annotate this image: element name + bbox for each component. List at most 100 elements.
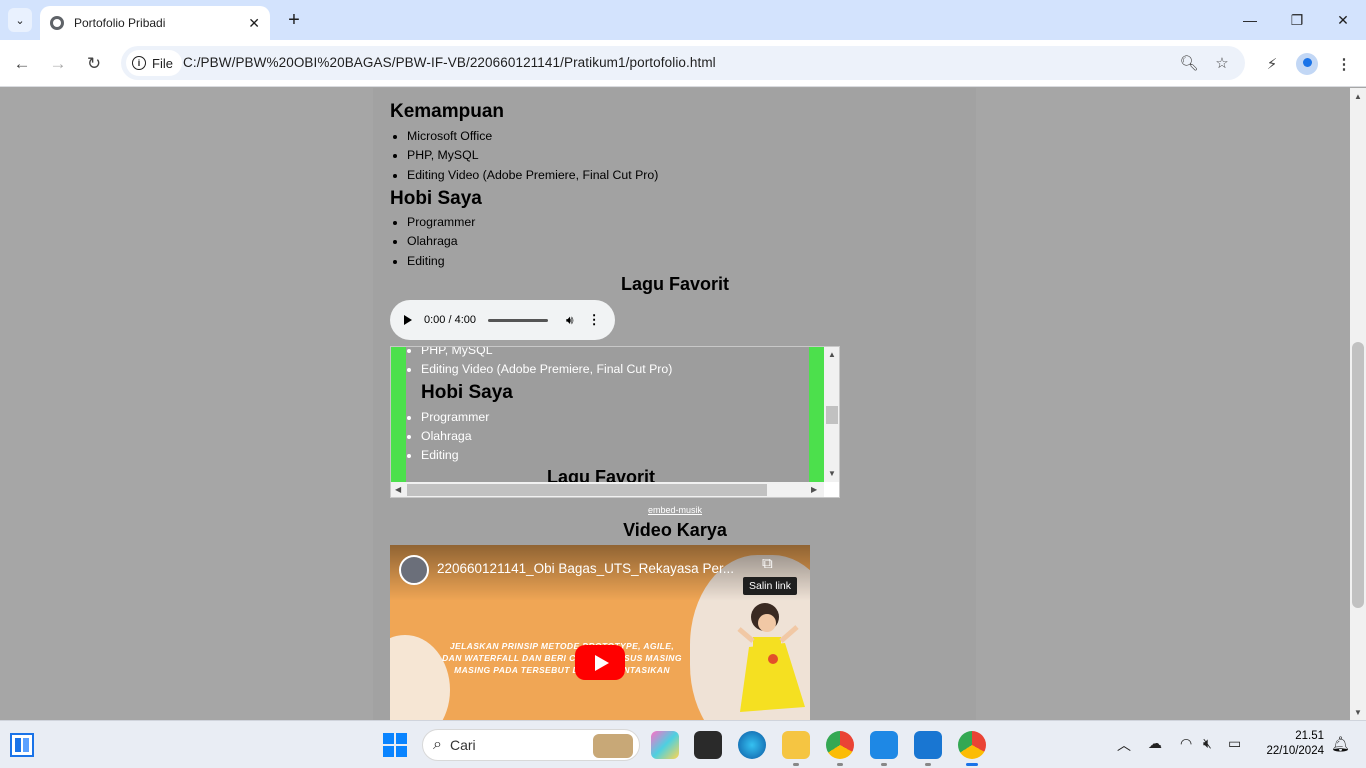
kemampuan-list: Microsoft Office PHP, MySQL Editing Vide…	[390, 127, 658, 185]
video-title[interactable]: 220660121141_Obi Bagas_UTS_Rekayasa Per.…	[437, 561, 734, 576]
close-window-icon[interactable]: ✕	[1320, 0, 1366, 40]
scroll-up-icon[interactable]: ▲	[1350, 88, 1366, 104]
copy-link-tooltip: Salin link	[743, 577, 798, 595]
windows-logo-icon	[396, 733, 407, 744]
iframe-side-left	[391, 347, 406, 482]
list-item: Olahraga	[421, 427, 801, 446]
restore-icon[interactable]: ❐	[1274, 0, 1320, 40]
taskbar-search[interactable]: ⌕ Cari	[422, 729, 640, 761]
menu-dots-icon[interactable]: ⋮	[1332, 52, 1356, 76]
tab-title: Portofolio Pribadi	[74, 16, 166, 30]
globe-icon	[50, 16, 64, 30]
forward-arrow-icon[interactable]: →	[44, 50, 72, 78]
list-item: Microsoft Office	[407, 127, 658, 146]
onedrive-icon[interactable]: ☁︎	[1148, 735, 1162, 752]
decor-shape	[390, 635, 450, 720]
clock-date: 22/10/2024	[1266, 745, 1324, 757]
close-tab-icon[interactable]: ✕	[248, 15, 260, 32]
play-video-icon[interactable]	[575, 645, 625, 680]
windows-logo-icon	[396, 746, 407, 757]
browser-toolbar: ← → ↻ i File C:/PBW/PBW%20OBI%20BAGAS/PB…	[0, 40, 1366, 87]
minimize-icon[interactable]: —	[1227, 0, 1273, 40]
scroll-thumb[interactable]	[1352, 342, 1364, 608]
reload-icon[interactable]: ↻	[80, 50, 108, 78]
tab-strip: ⌄ Portofolio Pribadi ✕ + — ❐ ✕	[0, 0, 1366, 40]
windows-logo-icon	[383, 733, 394, 744]
battery-icon[interactable]: ▭	[1228, 735, 1241, 752]
list-item: Programmer	[421, 408, 801, 427]
youtube-embed[interactable]: 220660121141_Obi Bagas_UTS_Rekayasa Per.…	[390, 545, 810, 720]
terminal-app-icon[interactable]	[694, 731, 722, 759]
page-viewport: Kemampuan Microsoft Office PHP, MySQL Ed…	[0, 88, 1350, 720]
chrome-profile-icon[interactable]	[826, 731, 854, 766]
search-highlight-icon	[593, 734, 633, 758]
wifi-icon[interactable]: ◠	[1180, 735, 1192, 752]
edge-browser-icon[interactable]	[738, 731, 766, 759]
list-item: Editing	[421, 446, 801, 465]
iframe-horizontal-scrollbar[interactable]: ◀ ▶	[391, 482, 824, 497]
video-karya-heading: Video Karya	[623, 520, 727, 540]
page-scrollbar[interactable]: ▲ ▼	[1350, 88, 1366, 720]
list-item: PHP, MySQL	[407, 146, 658, 165]
notification-bell-icon[interactable]: 🔔︎	[1331, 735, 1350, 753]
widgets-icon[interactable]	[10, 733, 34, 757]
list-item: Olahraga	[407, 232, 475, 251]
paint-app-icon[interactable]	[914, 731, 942, 766]
system-clock[interactable]: 21.51 22/10/2024	[1256, 729, 1324, 759]
copy-link-icon[interactable]: ⧉	[762, 555, 773, 572]
iframe-lagu-heading: Lagu Favorit	[546, 467, 655, 482]
scroll-down-icon[interactable]: ▼	[828, 469, 836, 478]
windows-logo-icon	[383, 746, 394, 757]
chip-label: File	[152, 55, 173, 71]
embedded-iframe[interactable]: PHP, MySQL Editing Video (Adobe Premiere…	[390, 346, 840, 498]
iframe-side-right	[809, 347, 824, 482]
search-icon: ⌕	[433, 736, 442, 753]
embed-musik-link[interactable]: embed-musik	[390, 505, 960, 515]
back-arrow-icon[interactable]: ←	[8, 50, 36, 78]
vscode-icon[interactable]	[870, 731, 898, 766]
video-thumbnail-text: JELASKAN PRINSIP METODE PROTOTYPE, AGILE…	[442, 641, 682, 675]
iframe-content: PHP, MySQL Editing Video (Adobe Premiere…	[391, 347, 824, 482]
play-icon[interactable]	[404, 315, 412, 325]
chevron-down-icon: ⌄	[15, 14, 25, 27]
tab-portofolio[interactable]: Portofolio Pribadi ✕	[40, 6, 270, 40]
zoom-icon[interactable]: 🔍︎	[1179, 53, 1199, 73]
clock-time: 21.51	[1295, 730, 1324, 742]
scroll-thumb[interactable]	[407, 484, 767, 496]
profile-avatar[interactable]	[1295, 52, 1319, 76]
file-explorer-icon[interactable]	[782, 731, 810, 766]
audio-player[interactable]: 0:00 / 4:00 🔊︎ ⋮	[390, 300, 615, 340]
channel-avatar[interactable]	[399, 555, 429, 585]
new-tab-button[interactable]: +	[282, 8, 306, 32]
search-placeholder: Cari	[449, 737, 476, 753]
scroll-thumb[interactable]	[826, 406, 838, 424]
performance-icon[interactable]: ⚡︎	[1260, 52, 1284, 76]
volume-muted-icon[interactable]: 🔇︎	[1203, 735, 1212, 752]
copilot-icon[interactable]	[651, 731, 679, 759]
bookmark-star-icon[interactable]: ☆	[1212, 53, 1232, 73]
site-info-chip[interactable]: i File	[126, 50, 182, 76]
url-text[interactable]: C:/PBW/PBW%20OBI%20BAGAS/PBW-IF-VB/22066…	[183, 55, 716, 70]
show-hidden-icons-icon[interactable]: ︿	[1117, 735, 1131, 755]
address-bar[interactable]: i File C:/PBW/PBW%20OBI%20BAGAS/PBW-IF-V…	[121, 46, 1245, 80]
list-item: PHP, MySQL	[421, 347, 801, 360]
chrome-icon[interactable]	[958, 731, 986, 766]
start-button[interactable]	[383, 733, 407, 757]
scroll-right-icon[interactable]: ▶	[811, 485, 817, 494]
hobi-list: Programmer Olahraga Editing	[390, 213, 475, 271]
more-options-icon[interactable]: ⋮	[588, 312, 601, 328]
list-item: Editing	[407, 252, 475, 271]
scroll-down-icon[interactable]: ▼	[1350, 704, 1366, 720]
tab-search-button[interactable]: ⌄	[8, 8, 32, 32]
volume-icon[interactable]: 🔊︎	[566, 313, 574, 328]
list-item: Editing Video (Adobe Premiere, Final Cut…	[421, 360, 801, 379]
scroll-left-icon[interactable]: ◀	[395, 485, 401, 494]
girl-illustration-icon	[737, 603, 805, 712]
iframe-vertical-scrollbar[interactable]: ▲ ▼	[824, 347, 839, 482]
iframe-hobi-heading: Hobi Saya	[421, 381, 513, 403]
scroll-up-icon[interactable]: ▲	[828, 350, 836, 359]
audio-progress-slider[interactable]	[488, 318, 548, 322]
portfolio-container: Kemampuan Microsoft Office PHP, MySQL Ed…	[373, 88, 976, 720]
info-icon: i	[132, 56, 146, 70]
iframe-text: PHP, MySQL Editing Video (Adobe Premiere…	[421, 347, 801, 482]
